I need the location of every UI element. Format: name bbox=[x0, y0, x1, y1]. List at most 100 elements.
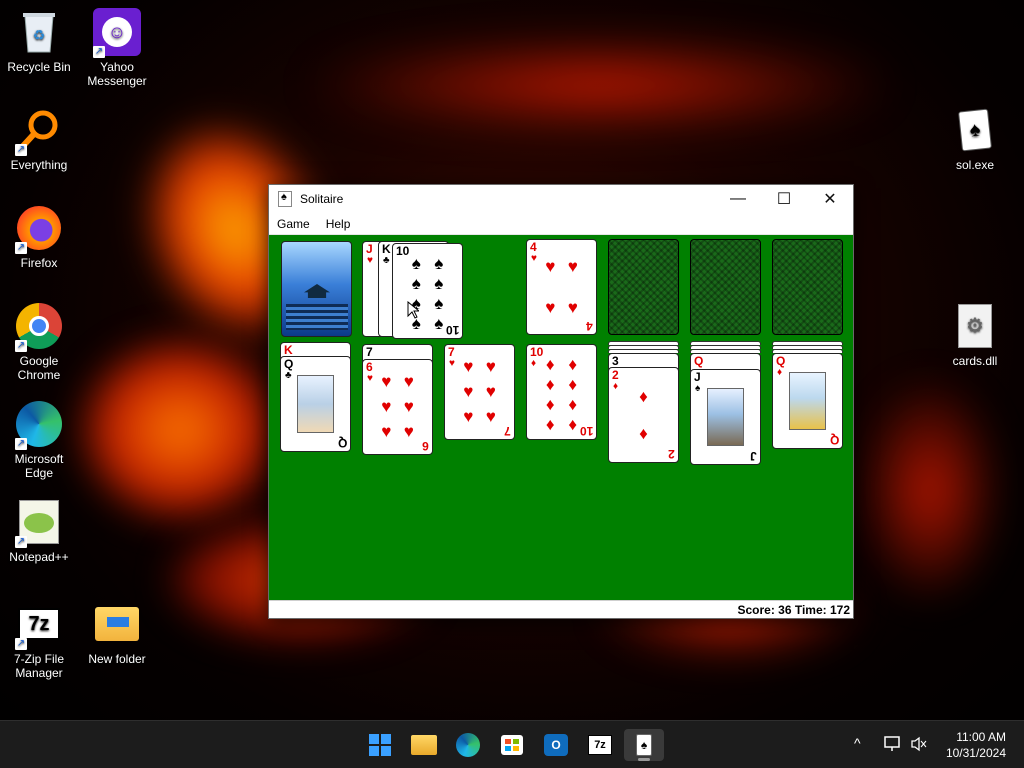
solitaire-icon: ♠ bbox=[636, 734, 652, 756]
tableau-5-top-card[interactable]: 2 ♦ ♦ ♦ 2 bbox=[608, 367, 679, 463]
card-rank-bottom: 10 bbox=[579, 424, 593, 438]
tableau-3-top-card[interactable]: 7 ♥ ♥ ♥ ♥ ♥ ♥ ♥ 7 bbox=[444, 344, 515, 440]
card-suit: ♥ bbox=[449, 358, 455, 369]
card-rank-bottom: J bbox=[750, 449, 757, 463]
tableau-1-top-card[interactable]: Q ♣ Q bbox=[280, 356, 351, 452]
card-rank: J bbox=[366, 242, 373, 256]
card-suit: ♥ bbox=[367, 255, 373, 266]
taskbar-outlook[interactable]: O bbox=[536, 729, 576, 761]
tableau-7-top-card[interactable]: Q ♦ Q bbox=[772, 353, 843, 449]
edge-icon bbox=[456, 733, 480, 757]
game-table[interactable]: J ♥ K ♣ 10 ♠ ♠ ♠ ♠ ♠ ♠ ♠ ♠ 10 4 ♥ ♥ ♥ ♥ ♥ 4 K Q ♣ bbox=[269, 235, 853, 601]
mouse-cursor-icon bbox=[407, 301, 419, 319]
foundation-3[interactable] bbox=[690, 239, 761, 335]
file-explorer-icon bbox=[411, 735, 437, 755]
stock-pile[interactable] bbox=[281, 241, 352, 337]
foundation-4[interactable] bbox=[772, 239, 843, 335]
title-bar[interactable]: Solitaire — ☐ ✕ bbox=[269, 185, 853, 213]
edge-icon: ↗ bbox=[15, 400, 63, 450]
card-pips: ♥ ♥ ♥ ♥ bbox=[545, 256, 578, 317]
start-button[interactable] bbox=[360, 729, 400, 761]
card-rank-bottom: 6 bbox=[422, 439, 429, 453]
card-rank: 7 bbox=[448, 345, 455, 359]
desktop-icon-new-folder[interactable]: New folder bbox=[78, 600, 156, 666]
taskbar-store[interactable] bbox=[492, 729, 532, 761]
wallpaper-glow bbox=[860, 380, 1000, 600]
tableau-4-top-card[interactable]: 10 ♦ ♦ ♦ ♦ ♦ ♦ ♦ ♦ ♦ 10 bbox=[526, 344, 597, 440]
volume-muted-icon[interactable] bbox=[910, 736, 928, 752]
tableau-2-top-card[interactable]: 6 ♥ ♥ ♥ ♥ ♥ ♥ ♥ 6 bbox=[362, 359, 433, 455]
firefox-icon: ↗ bbox=[15, 204, 63, 254]
desktop-icon-everything[interactable]: ↗ Everything bbox=[0, 106, 78, 172]
solitaire-window: Solitaire — ☐ ✕ Game Help J ♥ K ♣ 10 ♠♠♠… bbox=[268, 184, 854, 619]
tray-overflow-chevron-icon[interactable]: ^ bbox=[854, 735, 861, 751]
queen-face-art bbox=[297, 375, 334, 433]
tableau-6-top-card[interactable]: J ♠ J bbox=[690, 369, 761, 465]
taskbar-file-explorer[interactable] bbox=[404, 729, 444, 761]
desktop-icon-cards-dll[interactable]: ⚙ cards.dll bbox=[936, 302, 1014, 368]
card-suit: ♠ bbox=[695, 383, 701, 394]
taskbar-edge[interactable] bbox=[448, 729, 488, 761]
store-icon bbox=[501, 735, 523, 755]
card-rank-bottom: 2 bbox=[668, 447, 675, 461]
shortcut-arrow-icon: ↗ bbox=[15, 144, 27, 156]
desktop-icon-yahoo-messenger[interactable]: ☺ ↗ Yahoo Messenger bbox=[78, 8, 156, 88]
network-icon[interactable] bbox=[884, 736, 902, 752]
clock-date: 10/31/2024 bbox=[945, 746, 1006, 760]
card-rank: Q bbox=[284, 357, 294, 371]
taskbar-7zip[interactable]: 7z bbox=[580, 729, 620, 761]
desktop-icon-label: sol.exe bbox=[955, 158, 995, 172]
desktop-icon-edge[interactable]: ↗ Microsoft Edge bbox=[0, 400, 78, 480]
card-back-deck-art bbox=[286, 304, 348, 330]
desktop-icon-label: Google Chrome bbox=[17, 354, 61, 382]
card-rank: 2 bbox=[612, 368, 619, 382]
desktop-icon-label: Firefox bbox=[20, 256, 58, 270]
desktop-icon-chrome[interactable]: ↗ Google Chrome bbox=[0, 302, 78, 382]
foundation-1[interactable]: 4 ♥ ♥ ♥ ♥ ♥ 4 bbox=[526, 239, 597, 335]
waste-top-card[interactable]: 10 ♠ ♠ ♠ ♠ ♠ ♠ ♠ ♠ 10 bbox=[392, 243, 463, 339]
notepad-plus-plus-icon: ↗ bbox=[15, 498, 63, 548]
shortcut-arrow-icon: ↗ bbox=[15, 638, 27, 650]
solitaire-app-icon bbox=[278, 191, 292, 207]
card-pips: ♥ ♥ ♥ ♥ ♥ ♥ bbox=[381, 372, 414, 441]
desktop-icon-sol-exe[interactable]: ♠ sol.exe bbox=[936, 106, 1014, 172]
menu-help[interactable]: Help bbox=[318, 217, 359, 231]
system-clock[interactable]: 11:00 AM 10/31/2024 bbox=[946, 729, 1006, 761]
dll-file-icon: ⚙ bbox=[951, 302, 999, 350]
card-rank: 4 bbox=[530, 240, 537, 254]
desktop-icon-firefox[interactable]: ↗ Firefox bbox=[0, 204, 78, 270]
card-pips: ♦ ♦ bbox=[639, 386, 648, 443]
desktop-icon-label: Microsoft Edge bbox=[14, 452, 64, 480]
taskbar: O 7z ♠ ^ 11:00 AM 10/31/2024 bbox=[0, 720, 1024, 768]
shortcut-arrow-icon: ↗ bbox=[93, 46, 105, 58]
close-button[interactable]: ✕ bbox=[807, 185, 853, 213]
card-suit: ♦ bbox=[613, 381, 619, 392]
desktop-icon-7zip[interactable]: 7z ↗ 7-Zip File Manager bbox=[0, 600, 78, 680]
maximize-button[interactable]: ☐ bbox=[761, 185, 807, 213]
taskbar-solitaire[interactable]: ♠ bbox=[624, 729, 664, 761]
card-rank-bottom: Q bbox=[337, 436, 347, 450]
outlook-icon: O bbox=[544, 734, 568, 756]
card-suit: ♣ bbox=[383, 255, 390, 266]
window-title: Solitaire bbox=[300, 192, 344, 206]
card-rank: Q bbox=[776, 354, 786, 368]
card-back-pier-art bbox=[304, 284, 330, 298]
everything-search-icon: ↗ bbox=[15, 106, 63, 156]
shortcut-arrow-icon: ↗ bbox=[15, 536, 27, 548]
card-rank: 7 bbox=[366, 345, 373, 359]
solitaire-exe-icon: ♠ bbox=[951, 106, 999, 154]
desktop-icon-label: Notepad++ bbox=[9, 550, 69, 564]
wallpaper-glow bbox=[80, 340, 280, 520]
desktop-icon-notepad-plus-plus[interactable]: ↗ Notepad++ bbox=[0, 498, 78, 564]
shortcut-arrow-icon: ↗ bbox=[15, 242, 27, 254]
card-rank: K bbox=[382, 242, 391, 256]
menu-game[interactable]: Game bbox=[269, 217, 318, 231]
yahoo-messenger-icon: ☺ ↗ bbox=[93, 8, 141, 58]
card-suit: ♣ bbox=[285, 370, 292, 381]
minimize-button[interactable]: — bbox=[715, 185, 761, 213]
card-rank: J bbox=[694, 370, 701, 384]
card-rank: 3 bbox=[612, 354, 619, 368]
card-rank: K bbox=[284, 343, 293, 357]
foundation-2[interactable] bbox=[608, 239, 679, 335]
desktop-icon-recycle-bin[interactable]: ♻ Recycle Bin bbox=[0, 8, 78, 74]
